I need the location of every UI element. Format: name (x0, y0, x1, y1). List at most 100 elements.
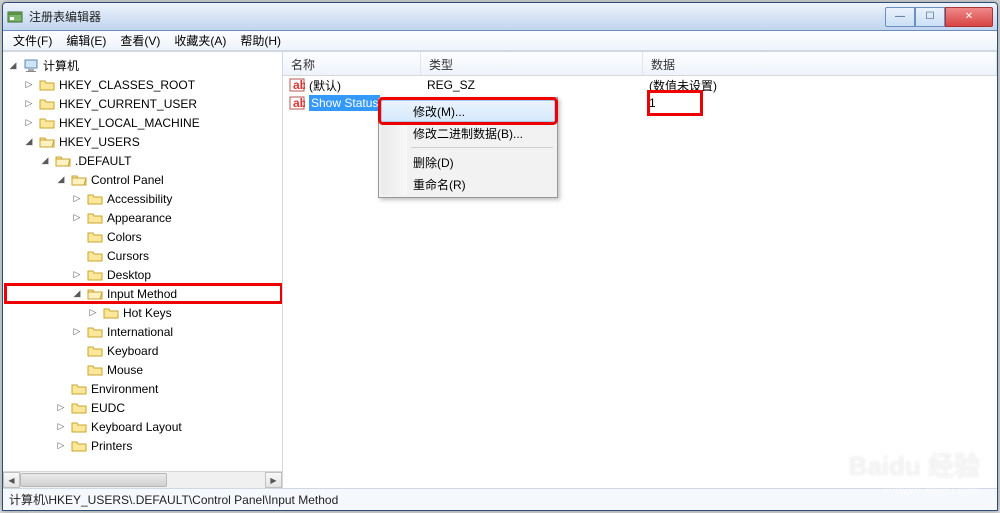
scroll-right-button[interactable]: ▶ (265, 472, 282, 488)
expander-icon[interactable]: ◢ (39, 155, 51, 166)
tree-key[interactable]: Keyboard (5, 341, 282, 360)
folder-open-icon (39, 135, 55, 149)
expander-icon[interactable]: ◢ (55, 174, 67, 185)
context-menu: 修改(M)... 修改二进制数据(B)... 删除(D) 重命名(R) (378, 97, 558, 198)
tree-pane: ◢ 计算机 ▷HKEY_CLASSES_ROOT ▷ HKEY_CURRENT_U… (3, 52, 283, 488)
tree-key[interactable]: ▷Hot Keys (5, 303, 282, 322)
tree-horizontal-scrollbar[interactable]: ◀ ▶ (3, 471, 282, 488)
tree-label: HKEY_USERS (59, 135, 140, 149)
folder-open-icon (87, 287, 103, 301)
tree-root[interactable]: ◢ 计算机 (5, 56, 282, 75)
expander-icon[interactable]: ▷ (23, 117, 35, 128)
folder-icon (87, 211, 103, 225)
context-item-delete[interactable]: 删除(D) (381, 151, 555, 173)
folder-icon (87, 192, 103, 206)
tree-hive[interactable]: ▷ HKEY_CURRENT_USER (5, 94, 282, 113)
tree-label: Printers (91, 439, 132, 453)
column-header-data[interactable]: 数据 (643, 52, 997, 75)
tree-key[interactable]: ▷ Appearance (5, 208, 282, 227)
computer-icon (23, 59, 39, 73)
tree-label: Mouse (107, 363, 143, 377)
close-button[interactable]: ✕ (945, 7, 993, 27)
menu-edit[interactable]: 编辑(E) (60, 30, 112, 51)
tree-label: Environment (91, 382, 158, 396)
menu-view[interactable]: 查看(V) (114, 30, 166, 51)
expander-icon[interactable]: ▷ (55, 402, 67, 413)
folder-icon (87, 230, 103, 244)
tree-key[interactable]: Colors (5, 227, 282, 246)
tree-label: Accessibility (107, 192, 172, 206)
expander-icon[interactable]: ▷ (55, 421, 67, 432)
tree-key[interactable]: ▷Desktop (5, 265, 282, 284)
folder-icon (39, 97, 55, 111)
context-item-label: 删除(D) (413, 154, 454, 171)
tree-label: HKEY_CURRENT_USER (59, 97, 197, 111)
value-row[interactable]: ab (默认) REG_SZ (数值未设置) (283, 76, 997, 94)
folder-icon (87, 344, 103, 358)
tree-key[interactable]: ▷ Keyboard Layout (5, 417, 282, 436)
registry-tree[interactable]: ◢ 计算机 ▷HKEY_CLASSES_ROOT ▷ HKEY_CURRENT_U… (3, 52, 282, 471)
expander-icon[interactable]: ▷ (23, 79, 35, 90)
value-data: (数值未设置) (643, 77, 997, 94)
expander-icon[interactable]: ▷ (87, 307, 99, 318)
tree-key[interactable]: ▷ Accessibility (5, 189, 282, 208)
tree-key[interactable]: ▷ EUDC (5, 398, 282, 417)
tree-label: Input Method (107, 287, 177, 301)
context-item-rename[interactable]: 重命名(R) (381, 173, 555, 195)
folder-icon (103, 306, 119, 320)
tree-key-input-method[interactable]: ◢ Input Method (5, 284, 282, 303)
tree-label: EUDC (91, 401, 125, 415)
tree-key-control-panel[interactable]: ◢Control Panel (5, 170, 282, 189)
tree-key-default[interactable]: ◢.DEFAULT (5, 151, 282, 170)
tree-hive[interactable]: ▷HKEY_CLASSES_ROOT (5, 75, 282, 94)
tree-label: Colors (107, 230, 142, 244)
scroll-left-button[interactable]: ◀ (3, 472, 20, 488)
tree-key[interactable]: Mouse (5, 360, 282, 379)
expander-icon[interactable]: ◢ (71, 288, 83, 299)
folder-icon (87, 268, 103, 282)
tree-key[interactable]: Environment (5, 379, 282, 398)
regedit-icon (7, 9, 23, 25)
folder-open-icon (71, 173, 87, 187)
value-type: REG_SZ (421, 78, 643, 92)
context-item-modify[interactable]: 修改(M)... (381, 100, 555, 122)
tree-key[interactable]: ▷ Printers (5, 436, 282, 455)
window-title: 注册表编辑器 (29, 8, 885, 25)
maximize-button[interactable]: ☐ (915, 7, 945, 27)
titlebar[interactable]: 注册表编辑器 — ☐ ✕ (3, 3, 997, 31)
expander-icon[interactable]: ▷ (55, 440, 67, 451)
folder-icon (39, 78, 55, 92)
folder-icon (87, 325, 103, 339)
expander-icon[interactable]: ◢ (7, 60, 19, 71)
value-data: 1 (643, 96, 997, 110)
expander-icon[interactable]: ▷ (71, 326, 83, 337)
context-item-label: 修改二进制数据(B)... (413, 125, 523, 142)
tree-label: Appearance (107, 211, 172, 225)
folder-icon (39, 116, 55, 130)
tree-label: 计算机 (43, 57, 79, 74)
tree-key[interactable]: ▷International (5, 322, 282, 341)
folder-icon (71, 382, 87, 396)
tree-hive[interactable]: ▷HKEY_LOCAL_MACHINE (5, 113, 282, 132)
column-header-type[interactable]: 类型 (421, 52, 643, 75)
column-headers: 名称 类型 数据 (283, 52, 997, 76)
expander-icon[interactable]: ▷ (71, 269, 83, 280)
expander-icon[interactable]: ▷ (71, 212, 83, 223)
expander-icon[interactable]: ▷ (23, 98, 35, 109)
context-item-modify-binary[interactable]: 修改二进制数据(B)... (381, 122, 555, 144)
tree-key[interactable]: Cursors (5, 246, 282, 265)
expander-icon[interactable]: ◢ (23, 136, 35, 147)
folder-icon (71, 439, 87, 453)
menu-favorites[interactable]: 收藏夹(A) (168, 30, 232, 51)
menu-help[interactable]: 帮助(H) (234, 30, 287, 51)
column-header-name[interactable]: 名称 (283, 52, 421, 75)
tree-hive[interactable]: ◢ HKEY_USERS (5, 132, 282, 151)
minimize-button[interactable]: — (885, 7, 915, 27)
folder-icon (87, 363, 103, 377)
scroll-thumb[interactable] (20, 473, 167, 487)
scroll-track[interactable] (20, 472, 265, 488)
expander-icon[interactable]: ▷ (71, 193, 83, 204)
tree-label: Keyboard Layout (91, 420, 182, 434)
statusbar: 计算机\HKEY_USERS\.DEFAULT\Control Panel\In… (3, 488, 997, 510)
menu-file[interactable]: 文件(F) (7, 30, 58, 51)
